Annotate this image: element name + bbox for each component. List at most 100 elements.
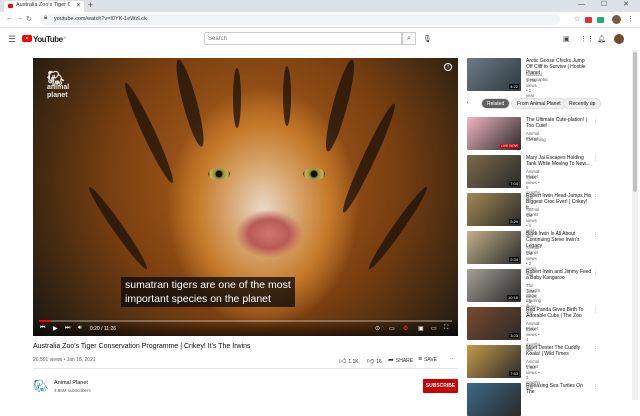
- thumbs-up-icon: 👍︎: [339, 358, 347, 365]
- chip-from-channel[interactable]: From Animal Planet: [511, 98, 567, 109]
- more-actions-button[interactable]: ⋯: [450, 356, 455, 362]
- video-meta: 20,591 views • Jan 18, 2021: [33, 357, 96, 363]
- progress-fill: [39, 320, 51, 322]
- new-tab-button[interactable]: +: [88, 0, 93, 10]
- browser-toolbar: ← → ↻ 🔒︎ youtube.com/watch?v=I0YK-1eWzLc…: [0, 12, 640, 28]
- previous-icon[interactable]: ⏮: [40, 325, 45, 332]
- duration-badge: 4:22: [509, 84, 519, 89]
- settings-gear-icon[interactable]: ⚙: [403, 325, 408, 332]
- rec-title[interactable]: Red Panda Gives Birth To Adorable Cubs |…: [526, 307, 592, 319]
- profile-avatar[interactable]: [612, 15, 621, 24]
- more-options-icon[interactable]: ⋮: [593, 384, 598, 390]
- url-text: youtube.com/watch?v=I0YK-1eWzLck: [54, 16, 147, 22]
- extension-icon[interactable]: [597, 17, 604, 23]
- channel-avatar-elephant-icon[interactable]: 🐘︎: [33, 379, 48, 393]
- page-scrollbar[interactable]: [632, 50, 638, 400]
- subtitles-icon[interactable]: ▭: [389, 325, 395, 332]
- extension-icon[interactable]: [585, 17, 592, 23]
- info-icon[interactable]: i: [444, 63, 452, 71]
- video-thumbnail[interactable]: 5:29: [467, 193, 521, 226]
- account-avatar[interactable]: [614, 34, 624, 44]
- divider: [33, 368, 458, 369]
- video-thumbnail[interactable]: 3:23: [467, 307, 521, 340]
- video-thumbnail[interactable]: 4:22: [467, 58, 521, 91]
- player-controls: ⏮ ▶ ⏭ 🔊︎ 0:20 / 11:26 ⊙ ▭ ⚙ ▣ ▭ ⛶: [33, 318, 458, 336]
- youtube-logo-text[interactable]: YouTubeCA: [33, 35, 66, 44]
- tiger-eye: [208, 168, 230, 180]
- miniplayer-icon[interactable]: ▣: [418, 325, 424, 332]
- video-player[interactable]: 🐘︎ animal planet i sumatran tigers are o…: [33, 58, 458, 336]
- duration-badge: 2:34: [509, 257, 519, 262]
- tab-title: Australia Zoo's Tiger Conserv...: [16, 2, 70, 8]
- thumbs-down-icon: 👎︎: [367, 358, 375, 365]
- elephant-icon: 🐘︎: [47, 70, 65, 86]
- live-badge: LIVE NOW: [499, 144, 519, 148]
- mic-icon[interactable]: 🎙︎: [423, 35, 432, 43]
- share-button[interactable]: ➦ SHARE: [388, 356, 413, 364]
- video-title: Australia Zoo's Tiger Conservation Progr…: [33, 343, 251, 350]
- dislike-button[interactable]: 👎︎ 16: [367, 356, 382, 365]
- video-thumbnail[interactable]: 2:34: [467, 231, 521, 264]
- more-options-icon[interactable]: ⋮: [593, 270, 598, 276]
- chip-right-arrow-icon[interactable]: ›: [591, 98, 593, 109]
- video-thumbnail[interactable]: 7:04: [467, 155, 521, 188]
- channel-name[interactable]: Animal Planet: [54, 380, 88, 386]
- more-options-icon[interactable]: ⋮: [593, 346, 598, 352]
- more-options-icon[interactable]: ⋮: [593, 156, 598, 162]
- next-icon[interactable]: ⏭: [65, 325, 70, 332]
- browser-tab-strip: Australia Zoo's Tiger Conserv... ✕ + — ☐…: [0, 0, 640, 12]
- bookmark-star-icon[interactable]: ☆: [574, 15, 580, 23]
- save-button[interactable]: ≡ SAVE: [418, 356, 437, 363]
- rec-title[interactable]: The Ultimate Cute-plation! | Too Cute!: [526, 117, 592, 129]
- duration-badge: 10:18: [506, 295, 519, 300]
- chip-recently-uploaded[interactable]: Recently up: [563, 98, 602, 109]
- like-button[interactable]: 👍︎ 1.1K: [339, 356, 359, 365]
- closed-caption: sumatran tigers are one of the most impo…: [121, 277, 295, 307]
- youtube-logo-icon[interactable]: [22, 35, 32, 42]
- video-thumbnail[interactable]: 7:53: [467, 345, 521, 378]
- rec-title[interactable]: Releasing Sea Turtles On The: [526, 383, 592, 395]
- lock-icon: 🔒︎: [44, 15, 48, 21]
- play-icon[interactable]: ▶: [53, 325, 58, 332]
- duration-badge: 7:04: [509, 181, 519, 186]
- create-video-icon[interactable]: ▣: [563, 35, 570, 43]
- autoplay-toggle[interactable]: ⊙: [375, 325, 380, 332]
- time-display: 0:20 / 11:26: [90, 326, 117, 332]
- rec-title[interactable]: Mary Jai Escapes Holding Tank While Movi…: [526, 155, 592, 167]
- chip-related[interactable]: Related: [481, 98, 511, 109]
- address-bar[interactable]: 🔒︎ youtube.com/watch?v=I0YK-1eWzLck: [40, 14, 560, 25]
- progress-bar[interactable]: [39, 320, 452, 322]
- save-playlist-icon: ≡: [418, 356, 423, 363]
- notifications-bell-icon[interactable]: 🔔︎: [597, 35, 606, 43]
- more-options-icon[interactable]: ⋮: [593, 194, 598, 200]
- rec-title[interactable]: Robert Irwin and Jimmy Feed a Baby Kanga…: [526, 269, 592, 281]
- reload-button[interactable]: ↻: [26, 15, 32, 23]
- more-options-icon[interactable]: ⋮: [593, 118, 598, 124]
- chip-left-arrow-icon[interactable]: ‹: [467, 98, 469, 109]
- search-icon[interactable]: ⌕: [402, 32, 416, 45]
- browser-tab[interactable]: Australia Zoo's Tiger Conserv... ✕: [4, 1, 84, 12]
- back-button[interactable]: ←: [6, 15, 13, 22]
- share-icon: ➦: [388, 357, 394, 364]
- rec-title[interactable]: Meet Dexter The Cuddly Koala! | Wild Tim…: [526, 345, 592, 357]
- scroll-thumb[interactable]: [633, 52, 637, 192]
- fullscreen-icon[interactable]: ⛶: [444, 325, 448, 332]
- apps-grid-icon[interactable]: ⋮⋮: [580, 35, 594, 43]
- window-controls[interactable]: — ☐ ✕: [578, 0, 636, 8]
- video-thumbnail[interactable]: LIVE NOW: [467, 117, 521, 150]
- youtube-favicon-icon: [8, 4, 13, 8]
- animal-planet-watermark: 🐘︎ animal planet: [47, 70, 70, 99]
- theater-mode-icon[interactable]: ▭: [431, 325, 437, 332]
- video-thumbnail[interactable]: 10:18: [467, 269, 521, 302]
- duration-badge: 3:23: [509, 333, 519, 338]
- hamburger-menu-icon[interactable]: ☰: [8, 34, 16, 45]
- volume-icon[interactable]: 🔊︎: [78, 325, 82, 332]
- channel-subscribers: 4.85M subscribers: [54, 388, 91, 393]
- search-input[interactable]: [204, 32, 402, 45]
- tab-close-icon[interactable]: ✕: [76, 2, 81, 9]
- browser-menu-icon[interactable]: ⋮: [627, 15, 634, 23]
- more-options-icon[interactable]: ⋮: [593, 308, 598, 314]
- more-options-icon[interactable]: ⋮: [593, 232, 598, 238]
- forward-button[interactable]: →: [16, 15, 23, 22]
- subscribe-button[interactable]: SUBSCRIBE: [423, 379, 458, 393]
